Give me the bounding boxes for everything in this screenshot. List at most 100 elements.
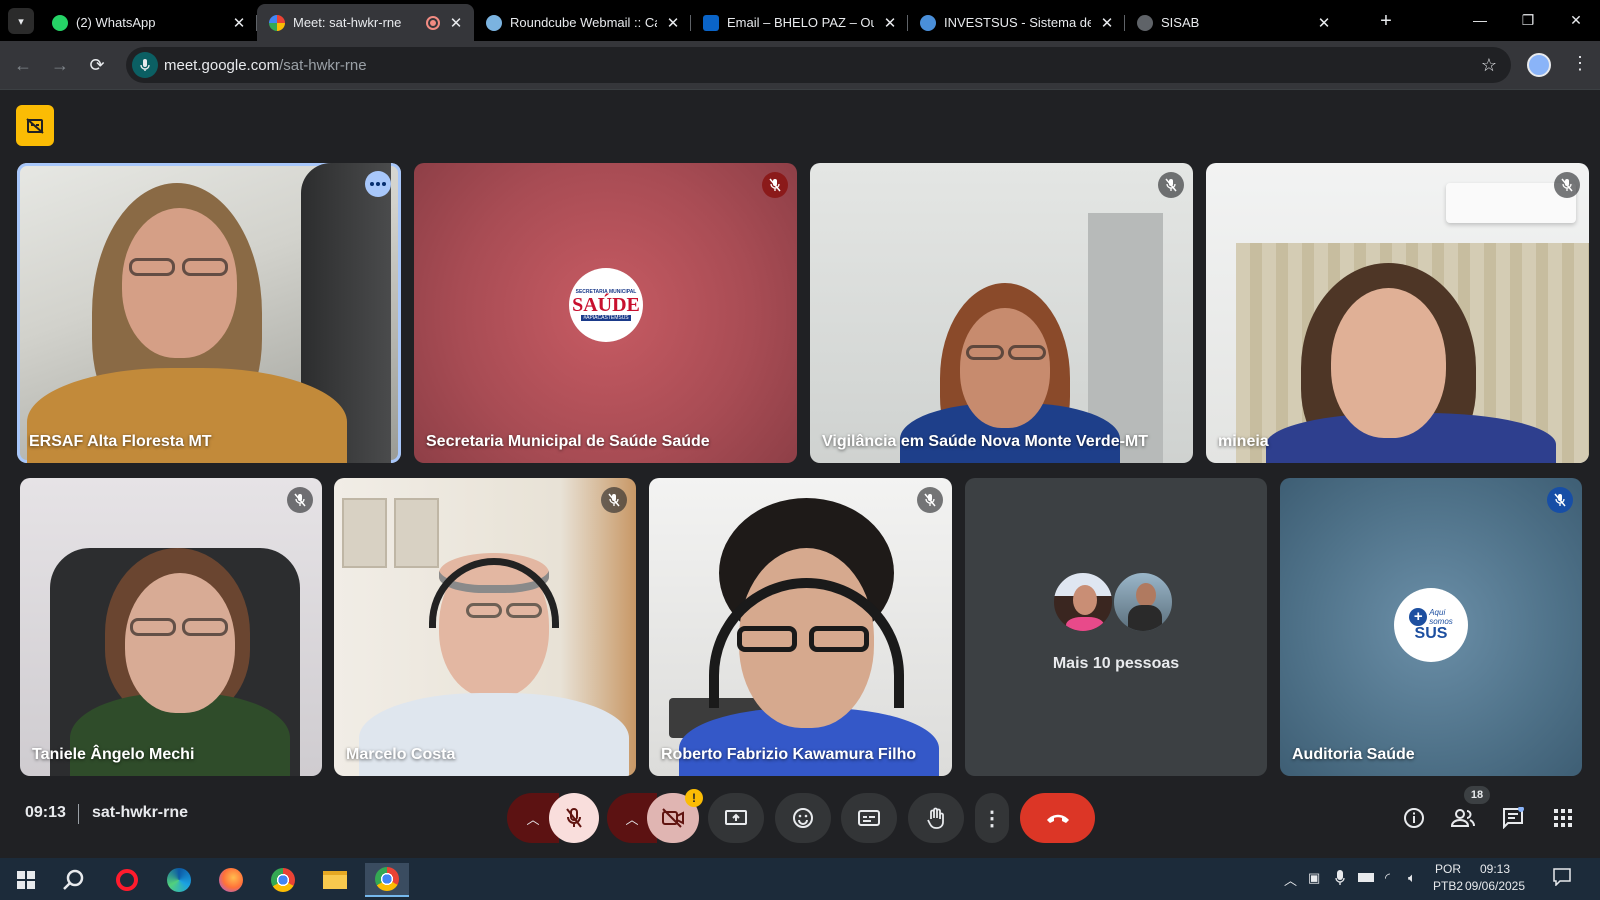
meeting-controls: 09:13 sat-hwkr-rne ︿ ︿ ! ⋮ 18 xyxy=(0,776,1600,858)
reload-button[interactable]: ⟳ xyxy=(84,52,110,78)
wifi-icon[interactable]: ◜ xyxy=(1385,870,1390,886)
tab-roundcube[interactable]: Roundcube Webmail :: Cai ✕ xyxy=(474,4,691,41)
address-bar[interactable]: meet.google.com/sat-hwkr-rne ☆ xyxy=(126,47,1511,83)
logo-text: Aqui xyxy=(1429,608,1446,617)
chrome-icon[interactable] xyxy=(261,863,305,897)
participant-tile[interactable]: SECRETARIA MUNICIPAL SAÚDE #APIACÁSTEMSU… xyxy=(414,163,797,463)
participant-tile[interactable]: Marcelo Costa xyxy=(334,478,636,776)
participant-tile[interactable]: Roberto Fabrizio Kawamura Filho xyxy=(649,478,952,776)
close-icon[interactable]: ✕ xyxy=(665,14,681,32)
tab-whatsapp[interactable]: (2) WhatsApp ✕ xyxy=(40,4,257,41)
reactions-button[interactable] xyxy=(775,793,831,843)
raise-hand-button[interactable] xyxy=(908,793,964,843)
participant-avatar xyxy=(1052,571,1114,633)
microphone-in-use-icon[interactable] xyxy=(132,52,158,78)
mic-off-icon xyxy=(762,172,788,198)
others-tile[interactable]: Mais 10 pessoas xyxy=(965,478,1267,776)
participant-name: mineia xyxy=(1218,433,1269,450)
tab-title: SISAB xyxy=(1161,15,1200,30)
participant-tile[interactable]: mineia xyxy=(1206,163,1589,463)
battery-icon[interactable] xyxy=(1358,870,1374,882)
close-icon[interactable]: ✕ xyxy=(448,14,464,32)
meeting-code: sat-hwkr-rne xyxy=(92,804,189,821)
roundcube-icon xyxy=(486,14,502,31)
tab-meet[interactable]: Meet: sat-hwkr-rne ✕ xyxy=(257,4,474,41)
tab-investsus[interactable]: INVESTSUS - Sistema de In ✕ xyxy=(908,4,1125,41)
microphone-icon[interactable] xyxy=(1335,870,1345,889)
more-options-icon[interactable] xyxy=(365,171,391,197)
sus-logo: + Aqui somos SUS xyxy=(1394,588,1468,662)
recording-icon xyxy=(426,15,440,30)
minimize-button[interactable]: — xyxy=(1456,0,1504,40)
opera-icon[interactable] xyxy=(105,863,149,897)
people-button[interactable] xyxy=(1451,806,1475,830)
camera-in-use-icon[interactable]: ▣ xyxy=(1308,870,1320,886)
hand-icon xyxy=(927,807,944,829)
camera-toggle-button[interactable]: ! xyxy=(647,789,703,843)
back-button[interactable]: ← xyxy=(10,52,36,78)
forward-button[interactable]: → xyxy=(47,52,73,78)
more-options-button[interactable]: ⋮ xyxy=(975,793,1009,843)
captions-button[interactable] xyxy=(841,793,897,843)
close-icon[interactable]: ✕ xyxy=(231,14,247,32)
activities-button[interactable] xyxy=(1551,806,1575,830)
file-explorer-icon[interactable] xyxy=(313,863,357,897)
chrome-meet-window-icon[interactable] xyxy=(365,863,409,897)
leave-call-button[interactable] xyxy=(1020,793,1095,843)
notifications-icon[interactable] xyxy=(1553,868,1571,889)
mic-off-icon xyxy=(917,487,943,513)
mic-off-icon xyxy=(1554,172,1580,198)
call-end-icon xyxy=(1046,814,1069,823)
close-icon[interactable]: ✕ xyxy=(1099,14,1115,32)
show-hidden-icons-button[interactable]: ︿ xyxy=(1284,870,1297,889)
chat-button[interactable] xyxy=(1501,806,1525,830)
closed-caption-off-icon[interactable] xyxy=(16,105,54,146)
browser-toolbar: ← → ⟳ meet.google.com/sat-hwkr-rne ☆ ⋮ xyxy=(0,41,1600,89)
participant-name: Marcelo Costa xyxy=(346,746,456,763)
logo-text: #APIACÁSTEMSUS xyxy=(581,315,631,321)
profile-avatar[interactable] xyxy=(1527,53,1551,77)
tab-outlook[interactable]: Email – BHELO PAZ – Outlo ✕ xyxy=(691,4,908,41)
participant-tile[interactable]: + Aqui somos SUS Auditoria Saúde xyxy=(1280,478,1582,776)
tab-title: Meet: sat-hwkr-rne xyxy=(293,15,402,30)
edge-icon[interactable] xyxy=(157,863,201,897)
url-text[interactable]: meet.google.com/sat-hwkr-rne xyxy=(164,57,367,74)
taskbar-search-button[interactable] xyxy=(52,863,96,897)
system-clock[interactable]: 09:13 09/06/2025 xyxy=(1450,861,1540,895)
firefox-icon[interactable] xyxy=(209,863,253,897)
new-tab-button[interactable]: + xyxy=(1374,10,1398,33)
participant-name: Taniele Ângelo Mechi xyxy=(32,746,195,763)
tab-title: (2) WhatsApp xyxy=(76,15,156,30)
chevron-up-icon: ︿ xyxy=(526,811,540,827)
whatsapp-icon xyxy=(52,14,68,31)
participant-count-badge: 18 xyxy=(1464,786,1490,804)
browser-menu-icon[interactable]: ⋮ xyxy=(1571,53,1589,74)
close-window-button[interactable]: ✕ xyxy=(1552,0,1600,40)
info-icon xyxy=(1404,808,1424,828)
mic-off-icon xyxy=(1158,172,1184,198)
participant-tile[interactable]: ERSAF Alta Floresta MT xyxy=(17,163,401,463)
globe-icon xyxy=(1137,14,1153,31)
logo-text: SAÚDE xyxy=(572,294,640,316)
volume-icon[interactable]: 🔈︎ xyxy=(1408,870,1416,886)
apps-grid-icon xyxy=(1554,809,1572,827)
search-icon xyxy=(63,869,84,890)
emoji-icon xyxy=(793,808,813,828)
meeting-clock: 09:13 xyxy=(25,804,66,821)
tab-search-button[interactable]: ▾ xyxy=(8,8,34,34)
close-icon[interactable]: ✕ xyxy=(882,14,898,32)
close-icon[interactable]: ✕ xyxy=(1316,14,1332,32)
participant-tile[interactable]: Taniele Ângelo Mechi xyxy=(20,478,322,776)
mic-off-icon xyxy=(601,487,627,513)
meeting-details-button[interactable] xyxy=(1402,806,1426,830)
bookmark-star-icon[interactable]: ☆ xyxy=(1481,55,1497,76)
mic-off-icon xyxy=(566,808,582,828)
restore-button[interactable]: ❐ xyxy=(1504,0,1552,40)
tab-sisab[interactable]: SISAB ✕ xyxy=(1125,4,1342,41)
browser-tab-strip: ▾ (2) WhatsApp ✕ Meet: sat-hwkr-rne ✕ Ro… xyxy=(0,0,1600,41)
camera-warning-badge: ! xyxy=(685,789,703,807)
microphone-toggle-button[interactable] xyxy=(549,793,599,843)
present-screen-button[interactable] xyxy=(708,793,764,843)
participant-tile[interactable]: Vigilância em Saúde Nova Monte Verde-MT xyxy=(810,163,1193,463)
windows-start-button[interactable] xyxy=(4,863,48,897)
